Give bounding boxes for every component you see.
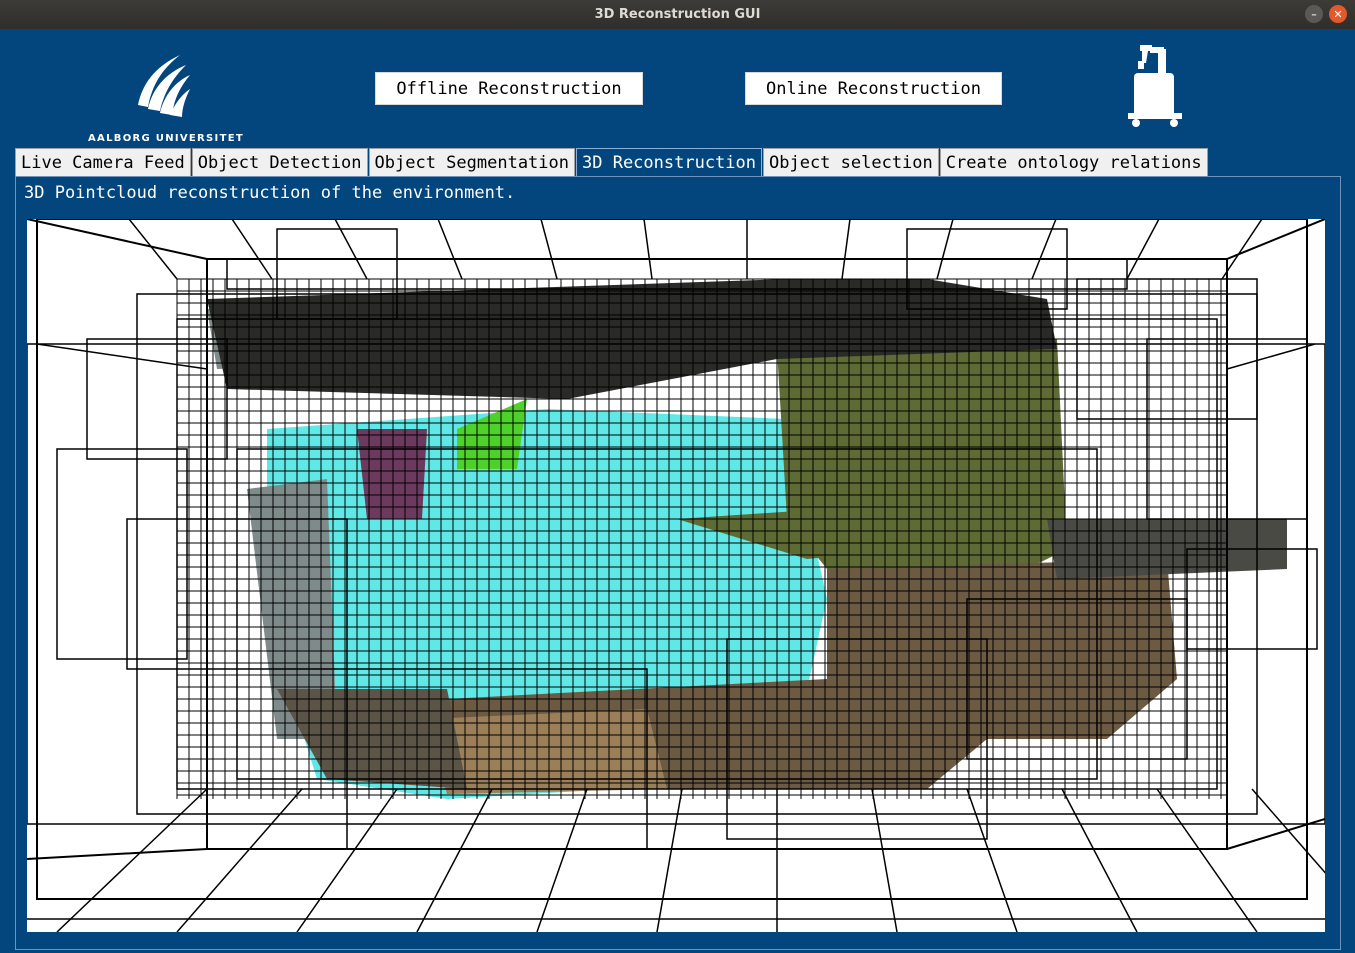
reconstruction-panel: 3D Pointcloud reconstruction of the envi… <box>15 176 1341 950</box>
tab-create-ontology-relations[interactable]: Create ontology relations <box>939 148 1208 177</box>
online-reconstruction-button[interactable]: Online Reconstruction <box>745 72 1002 105</box>
robot-icon <box>1124 43 1186 129</box>
aalborg-university-logo: AALBORG UNIVERSITET <box>82 45 250 144</box>
app-main: AALBORG UNIVERSITET Offline Reconstructi… <box>0 29 1355 953</box>
pointcloud-viewer[interactable] <box>27 219 1325 932</box>
window-title: 3D Reconstruction GUI <box>594 7 761 22</box>
offline-reconstruction-button[interactable]: Offline Reconstruction <box>375 72 643 105</box>
minimize-window-button[interactable]: – <box>1305 5 1323 23</box>
logo-text: AALBORG UNIVERSITET <box>88 133 244 144</box>
aau-wave-icon <box>138 55 190 117</box>
tab-object-segmentation[interactable]: Object Segmentation <box>368 148 575 177</box>
tab-object-selection[interactable]: Object selection <box>763 148 939 177</box>
tab-bar: Live Camera Feed Object Detection Object… <box>15 148 1209 177</box>
minimize-icon: – <box>1311 7 1317 21</box>
close-icon: ✕ <box>1333 7 1343 21</box>
tab-live-camera-feed[interactable]: Live Camera Feed <box>15 148 191 177</box>
close-window-button[interactable]: ✕ <box>1329 5 1347 23</box>
tab-object-detection[interactable]: Object Detection <box>191 148 368 177</box>
tab-3d-reconstruction[interactable]: 3D Reconstruction <box>576 148 762 177</box>
pointcloud-render <box>27 219 1325 932</box>
window-titlebar: 3D Reconstruction GUI – ✕ <box>0 0 1355 29</box>
panel-description: 3D Pointcloud reconstruction of the envi… <box>24 183 516 203</box>
